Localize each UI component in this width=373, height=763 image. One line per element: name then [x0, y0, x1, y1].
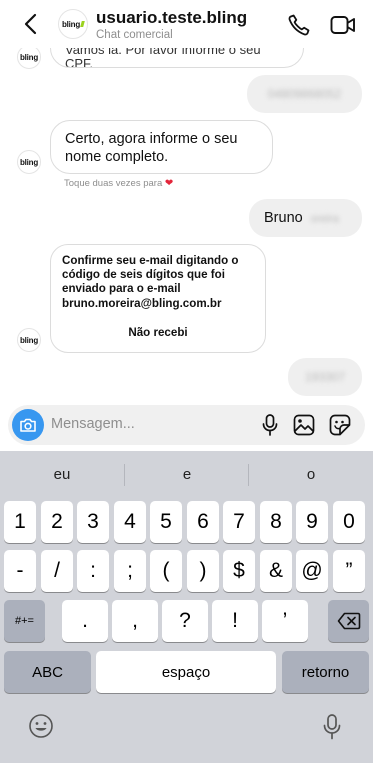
- reaction-hint-text: Toque duas vezes para: [64, 178, 163, 189]
- incoming-message[interactable]: Confirme seu e-mail digitando o código d…: [50, 244, 266, 353]
- back-chevron-icon[interactable]: [20, 12, 44, 36]
- backspace-key[interactable]: [328, 600, 369, 642]
- dictation-icon[interactable]: [322, 713, 342, 741]
- key[interactable]: ,: [112, 600, 158, 642]
- contact-name[interactable]: usuario.teste.bling: [96, 8, 247, 28]
- sticker-icon[interactable]: [329, 414, 351, 436]
- message-composer[interactable]: Mensagem...: [8, 405, 365, 445]
- key[interactable]: .: [62, 600, 108, 642]
- backspace-icon: [337, 612, 360, 630]
- sender-avatar[interactable]: bling: [17, 328, 41, 352]
- key[interactable]: !: [212, 600, 258, 642]
- blurred-text: 04809868052: [267, 87, 342, 101]
- blurred-text: oreira: [310, 213, 339, 225]
- not-received-button[interactable]: Não recebi: [62, 326, 254, 340]
- key[interactable]: 7: [223, 501, 255, 543]
- key[interactable]: ;: [114, 550, 146, 592]
- camera-icon: [20, 418, 36, 432]
- bling-logo: bling: [19, 335, 39, 345]
- key[interactable]: @: [296, 550, 328, 592]
- suggestion-item[interactable]: o: [249, 466, 373, 483]
- suggestion-bar: eu e o: [0, 451, 373, 497]
- key[interactable]: 0: [333, 501, 365, 543]
- key[interactable]: 1: [4, 501, 36, 543]
- key[interactable]: 6: [187, 501, 219, 543]
- sender-avatar[interactable]: bling: [17, 150, 41, 174]
- message-text: Bruno: [264, 210, 303, 226]
- camera-button[interactable]: [12, 409, 44, 441]
- outgoing-message[interactable]: Bruno oreira: [249, 199, 362, 237]
- emoji-icon[interactable]: [28, 713, 54, 739]
- reaction-hint: Toque duas vezes para ❤: [64, 178, 173, 189]
- contact-avatar[interactable]: bling: [58, 9, 88, 39]
- key[interactable]: (: [150, 550, 182, 592]
- key[interactable]: ’: [262, 600, 308, 642]
- space-key[interactable]: espaço: [96, 651, 276, 693]
- key[interactable]: &: [260, 550, 292, 592]
- outgoing-message[interactable]: 193307: [288, 358, 362, 396]
- key[interactable]: ”: [333, 550, 365, 592]
- keyboard: eu e o 1 2 3 4 5 6 7 8 9 0 - / : ; ( ) $…: [0, 451, 373, 763]
- heart-icon: ❤: [164, 178, 174, 189]
- message-list[interactable]: bling Vamos lá. Por favor informe o seu …: [0, 48, 373, 402]
- bling-logo: bling: [62, 20, 85, 29]
- image-icon[interactable]: [293, 414, 315, 436]
- key[interactable]: ?: [162, 600, 208, 642]
- symbols-key[interactable]: #+=: [4, 600, 45, 642]
- key[interactable]: :: [77, 550, 109, 592]
- abc-key[interactable]: ABC: [4, 651, 91, 693]
- video-icon[interactable]: [330, 13, 356, 37]
- contact-subtitle: Chat comercial: [96, 29, 173, 41]
- chat-header: bling usuario.teste.bling Chat comercial: [0, 0, 373, 48]
- key[interactable]: 5: [150, 501, 182, 543]
- blurred-text: 193307: [304, 370, 346, 384]
- key[interactable]: 4: [114, 501, 146, 543]
- key[interactable]: 9: [296, 501, 328, 543]
- message-text: Confirme seu e-mail digitando o código d…: [62, 254, 239, 310]
- key[interactable]: 8: [260, 501, 292, 543]
- key[interactable]: 3: [77, 501, 109, 543]
- message-input[interactable]: Mensagem...: [51, 416, 135, 432]
- bling-logo: bling: [19, 52, 39, 62]
- suggestion-item[interactable]: e: [125, 466, 249, 483]
- mic-icon[interactable]: [262, 414, 278, 436]
- phone-icon[interactable]: [287, 13, 311, 37]
- incoming-message[interactable]: Certo, agora informe o seu nome completo…: [50, 120, 273, 174]
- suggestion-item[interactable]: eu: [0, 466, 124, 483]
- incoming-message[interactable]: Vamos lá. Por favor informe o seu CPF.: [50, 48, 304, 68]
- bling-logo: bling: [19, 157, 39, 167]
- key[interactable]: 2: [41, 501, 73, 543]
- key[interactable]: /: [41, 550, 73, 592]
- return-key[interactable]: retorno: [282, 651, 369, 693]
- key[interactable]: $: [223, 550, 255, 592]
- key[interactable]: -: [4, 550, 36, 592]
- outgoing-message[interactable]: 04809868052: [247, 75, 362, 113]
- sender-avatar[interactable]: bling: [17, 48, 41, 69]
- key[interactable]: ): [187, 550, 219, 592]
